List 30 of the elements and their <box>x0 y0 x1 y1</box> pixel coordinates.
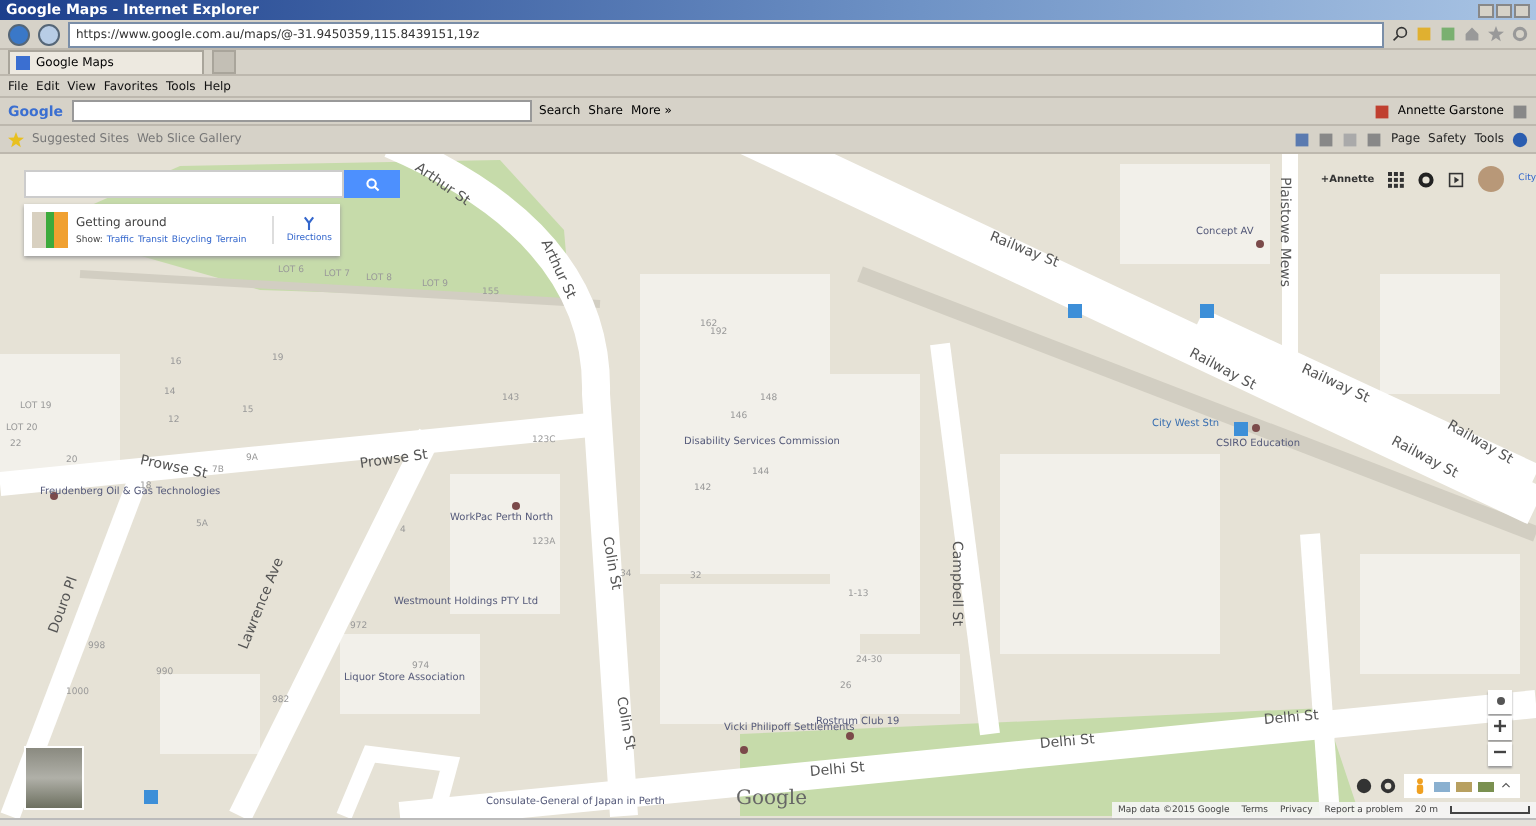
zoom-in-button[interactable] <box>1488 716 1512 740</box>
scale-bar-icon <box>1450 806 1530 814</box>
apps-grid-icon <box>1388 171 1405 187</box>
favorites-star-icon <box>8 131 24 147</box>
expand-icon <box>1500 780 1512 792</box>
back-button[interactable] <box>8 23 30 45</box>
share-box-icon <box>1448 171 1465 187</box>
minus-icon <box>1494 746 1506 758</box>
map-logo: Google <box>736 786 808 812</box>
pegman-icon <box>1412 778 1428 794</box>
traffic-thumbnail <box>32 212 68 248</box>
home-icon <box>1464 26 1480 42</box>
plus-icon <box>1494 720 1506 732</box>
maximize-button[interactable] <box>1496 3 1512 17</box>
ring-icon <box>1418 171 1435 187</box>
map-search-field[interactable] <box>24 170 344 198</box>
search-icon <box>1392 26 1408 42</box>
fork-icon <box>302 216 317 230</box>
avatar[interactable] <box>1478 166 1505 192</box>
location-button[interactable] <box>1488 690 1512 714</box>
minimize-button[interactable] <box>1478 3 1494 17</box>
location-icon <box>1495 696 1505 706</box>
zoom-out-button[interactable] <box>1488 742 1512 766</box>
satellite-view-button[interactable] <box>24 746 84 810</box>
search-icon <box>365 177 379 191</box>
toolbar-search-field[interactable] <box>71 100 532 122</box>
star-icon <box>1488 26 1504 42</box>
forward-button[interactable] <box>38 23 60 45</box>
search-button[interactable] <box>344 170 400 198</box>
close-button[interactable] <box>1514 3 1530 17</box>
